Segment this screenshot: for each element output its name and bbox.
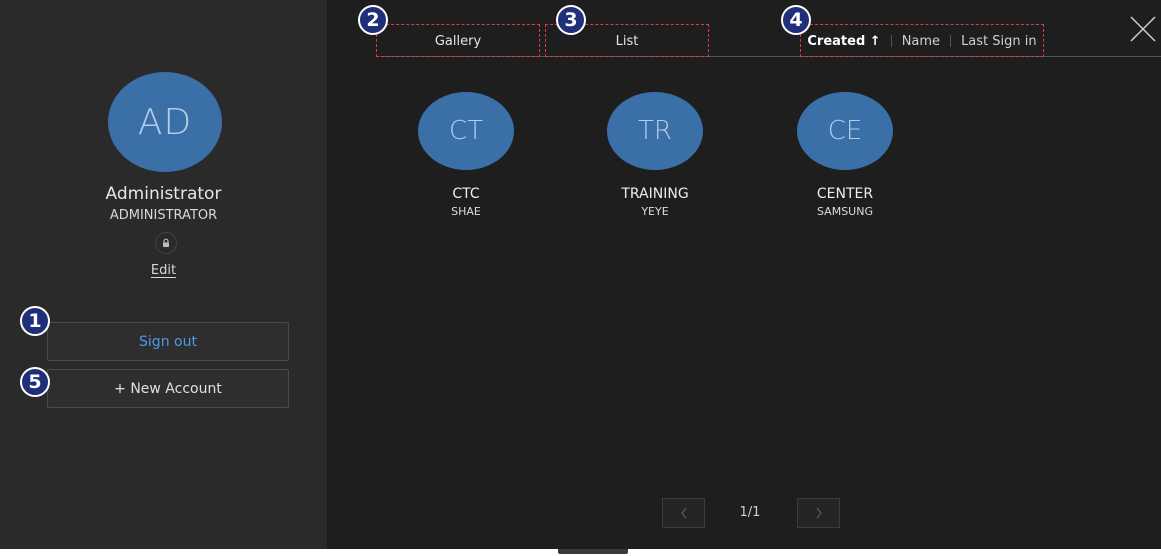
new-account-button[interactable]: + New Account	[47, 369, 289, 408]
sidebar: AD Administrator ADMINISTRATOR Edit Sign…	[0, 0, 327, 549]
account-name: CENTER	[816, 186, 874, 202]
chevron-right-icon[interactable]	[797, 498, 840, 528]
edit-profile-label[interactable]: Edit	[151, 263, 176, 278]
callout-marker-1: 1	[20, 306, 50, 336]
page-indicator: 1/1	[739, 505, 761, 520]
bottom-strip	[0, 549, 1161, 556]
callout-box-sort	[800, 24, 1044, 57]
callout-marker-3: 3	[556, 5, 586, 35]
current-user-name: Administrator	[105, 184, 222, 204]
account-avatar[interactable]: CE	[797, 92, 893, 170]
account-subtitle: YEYE	[641, 205, 669, 218]
current-user-role: ADMINISTRATOR	[109, 208, 218, 223]
sign-out-button[interactable]: Sign out	[47, 322, 289, 361]
callout-box-gallery	[376, 24, 540, 57]
account-subtitle: SHAE	[451, 205, 481, 218]
callout-marker-2: 2	[358, 5, 388, 35]
account-name: TRAINING	[621, 186, 689, 202]
callout-marker-5: 5	[20, 367, 50, 397]
account-avatar[interactable]: CT	[418, 92, 514, 170]
chevron-left-icon[interactable]	[662, 498, 705, 528]
close-icon[interactable]	[1128, 14, 1158, 44]
account-subtitle: SAMSUNG	[817, 205, 873, 218]
edit-profile-link[interactable]: Edit	[0, 263, 327, 278]
account-card-center[interactable]: CE CENTER SAMSUNG	[785, 92, 905, 218]
account-card-training[interactable]: TR TRAINING YEYE	[595, 92, 715, 218]
callout-marker-4: 4	[781, 5, 811, 35]
account-name: CTC	[452, 186, 480, 202]
account-avatar[interactable]: TR	[607, 92, 703, 170]
account-card-ctc[interactable]: CT CTC SHAE	[406, 92, 526, 218]
bottom-handle	[558, 549, 628, 554]
account-manager-screen: AD Administrator ADMINISTRATOR Edit Sign…	[0, 0, 1161, 549]
current-user-avatar: AD	[108, 72, 222, 172]
lock-icon	[155, 232, 177, 254]
